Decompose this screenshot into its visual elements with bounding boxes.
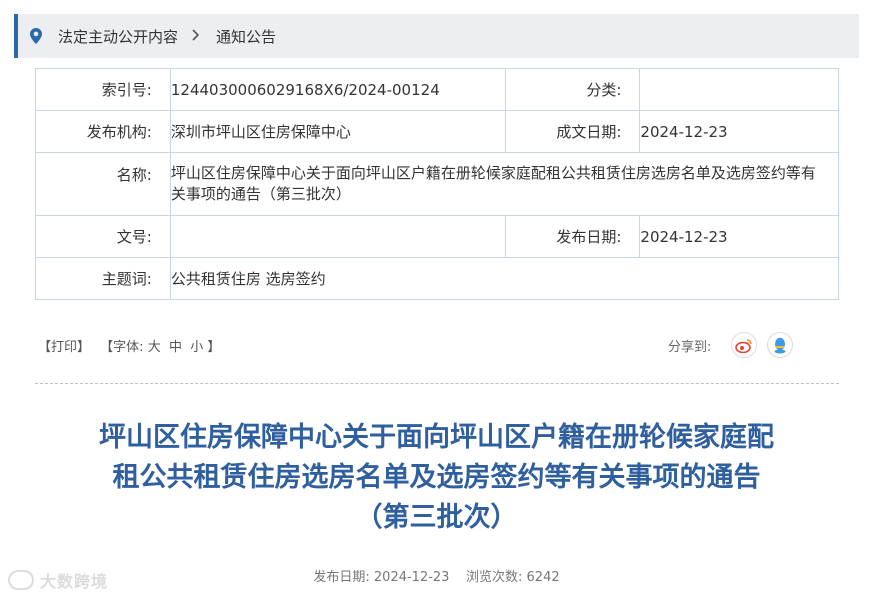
index-value: 1244030006029168X6/2024-00124 [169, 68, 506, 111]
share-bar: 分享到: [668, 332, 794, 358]
info-row-index: 索引号: 1244030006029168X6/2024-00124 分类: [35, 68, 839, 111]
weibo-share-icon[interactable] [731, 332, 758, 358]
info-row-docno: 文号: 发布日期: 2024-12-23 [35, 215, 839, 258]
print-button[interactable]: 【打印】 [38, 340, 90, 355]
qq-share-icon[interactable] [767, 332, 794, 358]
article-tools: 【打印】 【字体: 大 中 小 】 [38, 336, 220, 355]
article-title: 坪山区住房保障中心关于面向坪山区户籍在册轮候家庭配 租公共租赁住房选房名单及选房… [20, 418, 853, 538]
topic-value: 公共租赁住房 选房签约 [169, 257, 840, 300]
font-large-button[interactable]: 大 [148, 340, 161, 355]
view-count-value: 6242 [526, 570, 560, 585]
category-value [639, 68, 839, 111]
index-label: 索引号: [35, 68, 171, 111]
info-row-topic: 主题词: 公共租赁住房 选房签约 [35, 257, 840, 300]
font-size-prefix: 【字体: [100, 340, 144, 355]
breadcrumb-section-link[interactable]: 法定主动公开内容 [58, 26, 178, 47]
created-date-value: 2024-12-23 [639, 110, 839, 153]
publisher-label: 发布机构: [35, 110, 171, 153]
title-line-1: 坪山区住房保障中心关于面向坪山区户籍在册轮候家庭配 [99, 422, 774, 453]
category-label: 分类: [504, 68, 641, 111]
info-row-publisher: 发布机构: 深圳市坪山区住房保障中心 成文日期: 2024-12-23 [35, 110, 839, 153]
published-date-label: 发布日期: [504, 215, 641, 258]
title-line-2: 租公共租赁住房选房名单及选房签约等有关事项的通告 [112, 462, 761, 493]
share-label: 分享到: [668, 339, 712, 355]
docno-label: 文号: [35, 215, 171, 258]
name-value: 坪山区住房保障中心关于面向坪山区户籍在册轮候家庭配租公共租赁住房选房名单及选房签… [169, 152, 840, 216]
title-line-3: （第三批次） [355, 502, 518, 533]
publisher-value: 深圳市坪山区住房保障中心 [169, 110, 506, 153]
watermark: 大数跨境 [8, 568, 108, 592]
location-pin-icon [30, 27, 44, 45]
watermark-text: 大数跨境 [40, 572, 109, 591]
document-info-table: 索引号: 1244030006029168X6/2024-00124 分类: 发… [35, 68, 840, 300]
published-date-value: 2024-12-23 [639, 215, 839, 258]
font-small-button[interactable]: 小 [190, 340, 203, 355]
docno-value [169, 215, 506, 258]
breadcrumb: 法定主动公开内容 通知公告 [14, 14, 859, 58]
publish-date-value: 2024-12-23 [373, 570, 450, 585]
divider [35, 383, 839, 384]
info-row-name: 名称: 坪山区住房保障中心关于面向坪山区户籍在册轮候家庭配租公共租赁住房选房名单… [35, 152, 840, 216]
topic-label: 主题词: [35, 257, 171, 300]
article-meta: 发布日期: 2024-12-23 浏览次数: 6242 [0, 566, 873, 585]
breadcrumb-current[interactable]: 通知公告 [216, 26, 276, 47]
watermark-logo-icon [8, 570, 34, 590]
font-size-suffix: 】 [207, 340, 221, 355]
chevron-right-icon [192, 27, 200, 45]
view-count-label: 浏览次数: [466, 570, 523, 585]
created-date-label: 成文日期: [504, 110, 641, 153]
publish-date-label: 发布日期: [313, 570, 370, 585]
font-medium-button[interactable]: 中 [169, 340, 182, 355]
name-label: 名称: [35, 152, 171, 216]
